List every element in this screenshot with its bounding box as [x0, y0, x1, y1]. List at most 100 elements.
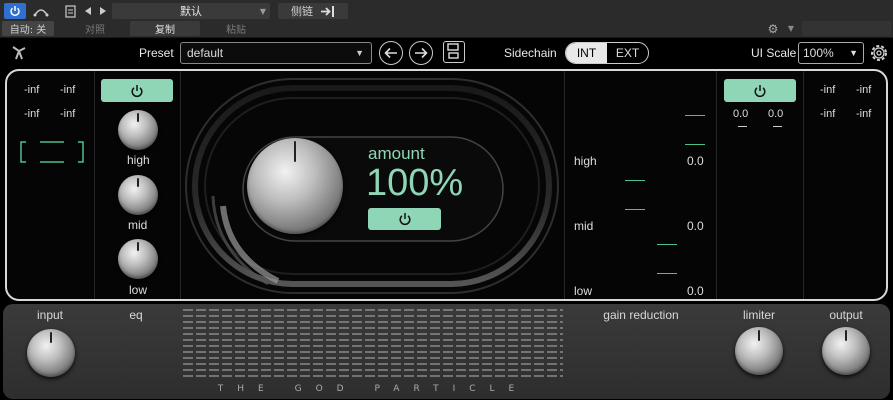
sidechain-input-icon [321, 5, 334, 17]
host-sidechain-button[interactable]: 侧链 [278, 3, 348, 19]
triangle-right-icon [99, 7, 106, 15]
gear-icon: ⚙ [767, 21, 779, 36]
host-sidechain-label: 侧链 [291, 5, 313, 18]
eq-low-label: low [129, 283, 148, 297]
compare-button[interactable]: 对照 [62, 21, 128, 36]
output-peak-left: -inf [820, 84, 836, 96]
sidechain-int-option[interactable]: INT [566, 43, 607, 63]
output-label: output [829, 308, 863, 322]
divider [180, 71, 181, 299]
host-settings-button[interactable]: ⚙ [765, 21, 781, 36]
document-button[interactable] [62, 3, 78, 19]
bottom-bar: input eq THE GOD PARTICLE gain reduction… [3, 304, 890, 399]
save-icon [447, 43, 459, 59]
redo-button[interactable] [409, 41, 433, 65]
document-icon [64, 4, 76, 18]
previous-preset-button[interactable] [82, 3, 94, 19]
host-preset-name: 默认 [180, 5, 202, 18]
gr-low-label: low [574, 284, 593, 298]
limiter-value-left: 0.0 [733, 108, 749, 120]
paste-button[interactable]: 粘贴 [202, 21, 270, 36]
output-rms-right: -inf [856, 108, 872, 120]
input-rms-left: -inf [24, 108, 40, 120]
divider [716, 71, 717, 299]
input-peak-left: -inf [24, 84, 40, 96]
arrow-left-icon [384, 47, 397, 59]
logo-icon [12, 46, 26, 60]
preset-value: default [187, 46, 224, 60]
brand-text: THE GOD PARTICLE [217, 384, 529, 394]
input-knob[interactable] [27, 329, 75, 377]
host-empty-field[interactable] [802, 21, 891, 36]
arrow-right-icon [415, 47, 428, 59]
eq-mid-label: mid [128, 218, 148, 232]
chevron-down-icon: ▼ [787, 24, 795, 33]
limiter-meter-right [773, 126, 782, 127]
limiter-meter-left [738, 126, 747, 127]
input-peak-right: -inf [60, 84, 76, 96]
eq-label: eq [129, 308, 143, 322]
automation-button[interactable] [30, 3, 52, 19]
gr-high-value: 0.0 [687, 154, 704, 168]
automation-mode[interactable]: 自动: 关 [2, 21, 54, 36]
main-panel: -inf -inf -inf -inf high mid low amount … [5, 69, 888, 301]
save-button[interactable] [443, 41, 465, 63]
power-icon [754, 84, 766, 97]
eq-high-label: high [127, 153, 150, 167]
amount-value: 100% [366, 162, 464, 204]
gr-low-value: 0.0 [687, 284, 704, 298]
host-settings-menu-button[interactable]: ▼ [784, 21, 798, 36]
ui-scale-dropdown[interactable]: 100% ▼ [798, 42, 864, 64]
gr-mid-label: mid [574, 219, 594, 233]
sidechain-ext-option[interactable]: EXT [607, 43, 648, 63]
sidechain-label: Sidechain [504, 46, 557, 60]
undo-button[interactable] [379, 41, 403, 65]
host-power-button[interactable] [4, 3, 26, 19]
chevron-down-icon: ▼ [849, 48, 858, 58]
host-toolbar: 自动: 关 默认 ▼ 对照 复制 粘贴 侧链 ⚙ ▼ [0, 0, 893, 38]
next-preset-button[interactable] [96, 3, 108, 19]
divider [564, 71, 565, 299]
eq-high-knob[interactable] [118, 110, 158, 150]
amount-power-button[interactable] [368, 208, 441, 230]
chevron-down-icon: ▼ [355, 48, 364, 58]
speaker-grille [183, 309, 563, 377]
preset-label: Preset [139, 46, 174, 60]
preset-dropdown[interactable]: default ▼ [180, 42, 372, 64]
eq-power-button[interactable] [101, 79, 173, 102]
copy-button[interactable]: 复制 [130, 21, 200, 36]
triangle-left-icon [84, 7, 91, 15]
host-preset-dropdown[interactable]: 默认 ▼ [112, 3, 270, 19]
output-peak-right: -inf [856, 84, 872, 96]
limiter-value-right: 0.0 [768, 108, 784, 120]
ui-scale-label: UI Scale [751, 46, 797, 60]
output-knob[interactable] [822, 327, 870, 375]
eq-mid-knob[interactable] [118, 175, 158, 215]
amount-label: amount [368, 144, 425, 163]
divider [803, 71, 804, 299]
ui-scale-value: 100% [803, 46, 834, 60]
limiter-label: limiter [743, 308, 775, 322]
input-rms-right: -inf [60, 108, 76, 120]
sidechain-toggle: INT EXT [565, 42, 649, 64]
gr-high-marker [685, 115, 705, 145]
amount-knob[interactable] [247, 138, 343, 234]
input-meter-bracket [20, 141, 84, 163]
gr-low-marker [657, 244, 677, 274]
chevron-down-icon: ▼ [259, 7, 266, 16]
power-icon [10, 6, 20, 17]
gr-high-label: high [574, 154, 597, 168]
limiter-knob[interactable] [735, 327, 783, 375]
automation-icon [33, 9, 49, 17]
eq-low-knob[interactable] [118, 239, 158, 279]
limiter-power-button[interactable] [724, 79, 796, 102]
settings-gear-icon[interactable] [869, 43, 889, 63]
input-label: input [36, 308, 64, 322]
power-icon [131, 84, 143, 97]
plugin-header: Preset default ▼ Sidechain INT EXT UI Sc… [0, 38, 893, 68]
gr-mid-marker [625, 180, 645, 210]
divider [94, 71, 95, 299]
output-rms-left: -inf [820, 108, 836, 120]
gr-mid-value: 0.0 [687, 219, 704, 233]
power-icon [398, 213, 411, 226]
